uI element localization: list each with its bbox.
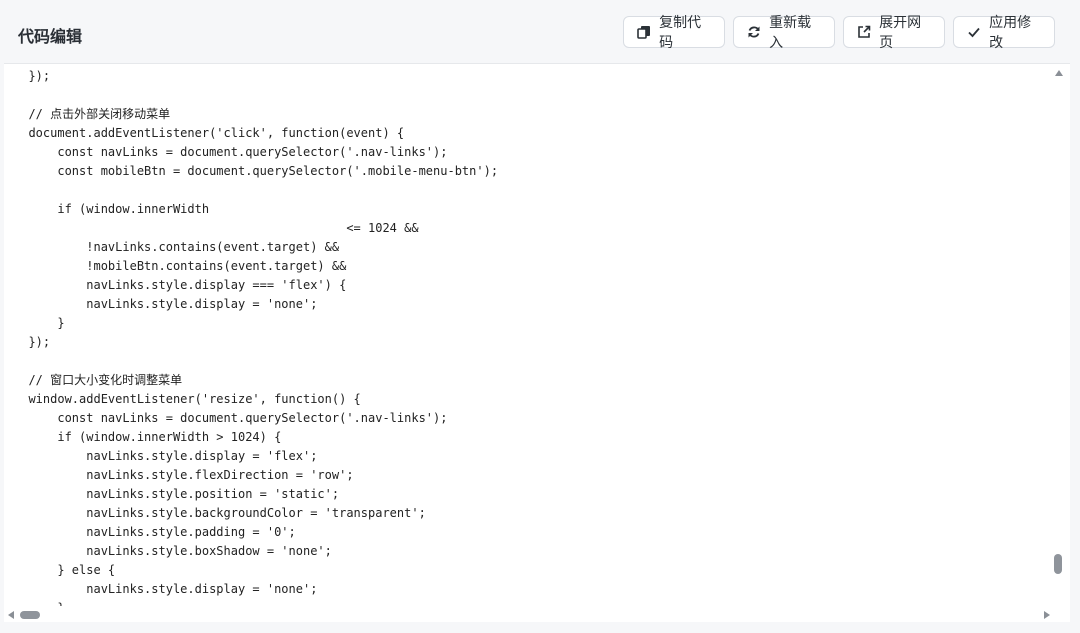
code-line: !navLinks.contains(event.target) && [14, 240, 340, 254]
code-editor[interactable]: }); // 点击外部关闭移动菜单 document.addEventListe… [4, 63, 1070, 622]
code-line: } else { [14, 563, 116, 577]
reload-button[interactable]: 重新载入 [733, 15, 835, 51]
code-line: navLinks.style.display === 'flex') { [14, 278, 347, 292]
code-line: navLinks.style.padding = '0'; [14, 525, 296, 539]
refresh-icon [746, 24, 761, 40]
horizontal-scroll-thumb[interactable] [20, 611, 40, 619]
editor-header: 代码编辑 复制代码 重新载入 展开网页 应用修改 [0, 0, 1080, 63]
scroll-right-icon[interactable] [1044, 611, 1050, 619]
apply-changes-label: 应用修改 [989, 15, 1032, 51]
code-line: } [14, 316, 65, 330]
scroll-left-icon[interactable] [8, 611, 14, 619]
copy-code-button[interactable]: 复制代码 [623, 15, 725, 51]
code-line: } [14, 599, 64, 606]
copy-code-label: 复制代码 [659, 15, 702, 51]
code-line: navLinks.style.flexDirection = 'row'; [14, 468, 354, 482]
check-icon [966, 24, 981, 40]
code-line: if (window.innerWidth > 1024) { [14, 430, 282, 444]
code-line: document.addEventListener('click', funct… [14, 126, 405, 140]
code-line: window.addEventListener('resize', functi… [14, 392, 361, 406]
code-line: navLinks.style.backgroundColor = 'transp… [14, 506, 426, 520]
open-page-button[interactable]: 展开网页 [843, 15, 945, 51]
scroll-up-icon[interactable] [1055, 70, 1063, 76]
code-area[interactable]: }); // 点击外部关闭移动菜单 document.addEventListe… [4, 64, 1048, 606]
code-line: navLinks.style.display = 'none'; [14, 582, 318, 596]
code-line: <= 1024 && [14, 221, 419, 235]
reload-label: 重新载入 [769, 15, 812, 51]
code-line: navLinks.style.boxShadow = 'none'; [14, 544, 332, 558]
vertical-scrollbar[interactable] [1052, 64, 1066, 606]
copy-icon [636, 24, 651, 40]
open-page-label: 展开网页 [879, 15, 922, 51]
code-line: navLinks.style.position = 'static'; [14, 487, 340, 501]
vertical-scroll-thumb[interactable] [1054, 554, 1062, 574]
code-line: !mobileBtn.contains(event.target) && [14, 259, 347, 273]
code-line: // 窗口大小变化时调整菜单 [14, 373, 183, 387]
code-line: const navLinks = document.querySelector(… [14, 145, 448, 159]
code-line: }); [14, 69, 51, 83]
page-title: 代码编辑 [18, 27, 83, 46]
code-line: navLinks.style.display = 'flex'; [14, 449, 318, 463]
code-line: const navLinks = document.querySelector(… [14, 411, 448, 425]
external-link-icon [856, 24, 871, 40]
code-line: navLinks.style.display = 'none'; [14, 297, 318, 311]
code-line: if (window.innerWidth [14, 202, 210, 216]
apply-changes-button[interactable]: 应用修改 [953, 15, 1055, 51]
code-line: // 点击外部关闭移动菜单 [14, 107, 171, 121]
horizontal-scrollbar[interactable] [4, 606, 1070, 622]
code-line: const mobileBtn = document.querySelector… [14, 164, 499, 178]
code-line: }); [14, 335, 51, 349]
